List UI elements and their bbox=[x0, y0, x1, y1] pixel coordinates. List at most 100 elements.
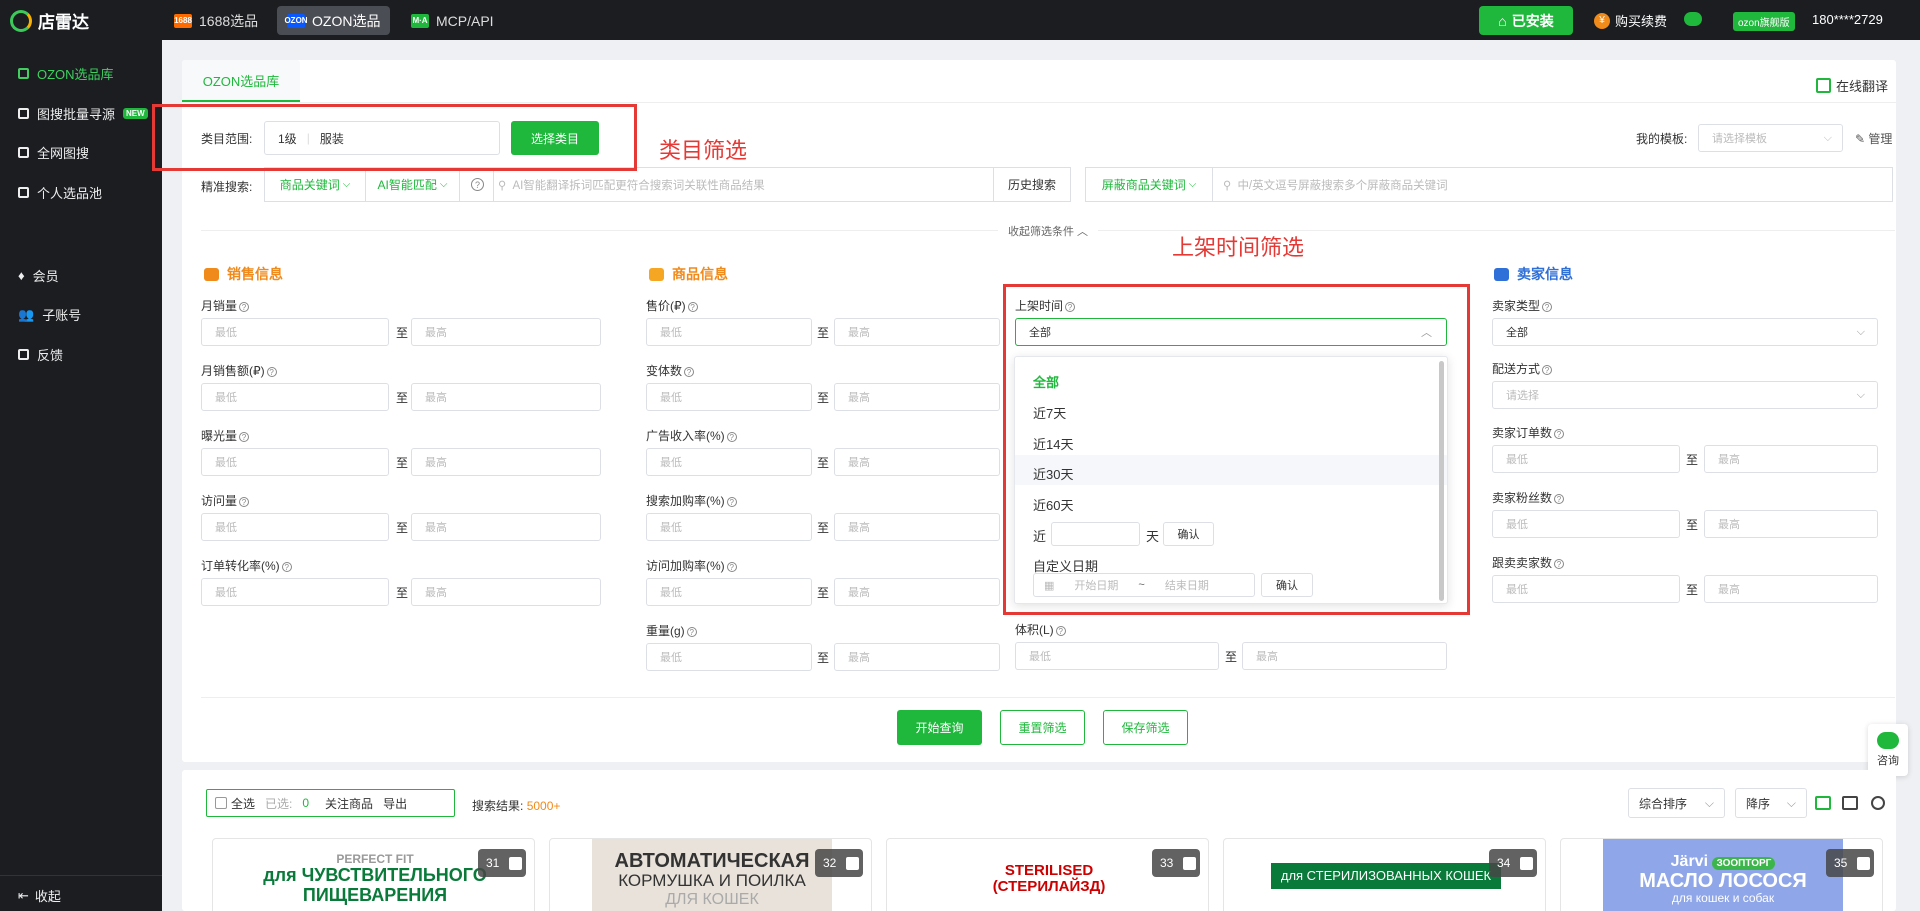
sidebar-item-member[interactable]: ♦ 会员 bbox=[18, 266, 59, 285]
sort-select[interactable]: 综合排序 ⌵ bbox=[1628, 788, 1725, 818]
select-all-checkbox[interactable] bbox=[215, 797, 227, 809]
product-card[interactable]: для СТЕРИЛИЗОВАННЫХ КОШЕК 34 bbox=[1223, 838, 1546, 911]
tab-ozon[interactable]: OZON OZON选品 bbox=[277, 6, 391, 35]
start-query-button[interactable]: 开始查询 bbox=[897, 710, 982, 745]
history-search-button[interactable]: 历史搜索 bbox=[994, 167, 1071, 202]
brand-logo[interactable]: 店雷达 bbox=[10, 8, 89, 33]
ad-revenue-min[interactable]: 最低 bbox=[646, 448, 812, 476]
block-keyword-placeholder: 中/英文逗号屏蔽搜索多个屏蔽商品关键词 bbox=[1237, 179, 1448, 192]
price-min[interactable]: 最低 bbox=[646, 318, 812, 346]
online-translate-button[interactable]: 在线翻译 bbox=[1815, 76, 1888, 95]
grid-view-icon[interactable] bbox=[1815, 796, 1831, 810]
search-cart-min[interactable]: 最低 bbox=[646, 513, 812, 541]
tab-1688[interactable]: 1688 1688选品 bbox=[164, 6, 268, 35]
monthly-revenue-min[interactable]: 最低 bbox=[201, 383, 389, 411]
installed-button[interactable]: ⌂ 已安装 bbox=[1479, 6, 1573, 35]
product-card[interactable]: PERFECT FIT для ЧУВСТВИТЕЛЬНОГО ПИЩЕВАРЕНИ… bbox=[212, 838, 535, 911]
card-rank-badge[interactable]: 33 bbox=[1152, 849, 1200, 877]
variants-min[interactable]: 最低 bbox=[646, 383, 812, 411]
chat-consult-button[interactable]: 咨询 bbox=[1868, 724, 1908, 776]
volume-min[interactable]: 最低 bbox=[1015, 642, 1219, 670]
monthly-sales-max[interactable]: 最高 bbox=[411, 318, 601, 346]
card-checkbox[interactable] bbox=[1520, 856, 1534, 870]
card-rank-badge[interactable]: 32 bbox=[815, 849, 863, 877]
visits-min[interactable]: 最低 bbox=[201, 513, 389, 541]
ai-help-button[interactable]: ? bbox=[460, 167, 494, 202]
followers-max[interactable]: 最高 bbox=[1704, 575, 1878, 603]
impressions-max[interactable]: 最高 bbox=[411, 448, 601, 476]
ai-match-select[interactable]: AI智能匹配 ⌵ bbox=[366, 167, 460, 202]
block-keyword-input[interactable]: ⚲ 中/英文逗号屏蔽搜索多个屏蔽商品关键词 bbox=[1213, 167, 1893, 202]
cloud-download-icon[interactable] bbox=[1684, 12, 1702, 26]
impressions-min[interactable]: 最低 bbox=[201, 448, 389, 476]
card-checkbox[interactable] bbox=[1183, 856, 1197, 870]
block-keyword-select[interactable]: 屏蔽商品关键词 ⌵ bbox=[1085, 167, 1213, 202]
seller-fans-min[interactable]: 最低 bbox=[1492, 510, 1680, 538]
reset-filter-button[interactable]: 重置筛选 bbox=[1000, 710, 1085, 745]
monthly-revenue-max[interactable]: 最高 bbox=[411, 383, 601, 411]
bag-icon bbox=[649, 267, 664, 281]
template-label: 我的模板: bbox=[1636, 132, 1688, 146]
sidebar-item-personal-pool[interactable]: 个人选品池 bbox=[18, 183, 102, 202]
conversion-min[interactable]: 最低 bbox=[201, 578, 389, 606]
order-select[interactable]: 降序 ⌵ bbox=[1735, 788, 1807, 818]
sidebar-item-web-image-search[interactable]: 全网图搜 bbox=[18, 143, 89, 162]
search-cart-max[interactable]: 最高 bbox=[834, 513, 1000, 541]
feedback-icon bbox=[18, 349, 29, 360]
save-filter-button[interactable]: 保存筛选 bbox=[1103, 710, 1188, 745]
list-view-icon[interactable] bbox=[1842, 796, 1858, 810]
select-all-label[interactable]: 全选 bbox=[231, 795, 255, 812]
buy-renew-link[interactable]: ¥ 购买续费 bbox=[1594, 11, 1667, 30]
ai-search-input[interactable]: ⚲ AI智能翻译拆词匹配更符合搜索词关联性商品结果 bbox=[494, 167, 994, 202]
visit-cart-min[interactable]: 最低 bbox=[646, 578, 812, 606]
volume-max[interactable]: 最高 bbox=[1242, 642, 1447, 670]
manage-link[interactable]: ✎ 管理 bbox=[1855, 130, 1892, 147]
ad-revenue-max[interactable]: 最高 bbox=[834, 448, 1000, 476]
product-card[interactable]: STERILISED (СТЕРИЛАЙЗД) 33 bbox=[886, 838, 1209, 911]
card-checkbox[interactable] bbox=[509, 856, 523, 870]
seller-orders-min[interactable]: 最低 bbox=[1492, 445, 1680, 473]
ai-match-value: AI智能匹配 bbox=[377, 178, 437, 192]
new-badge: NEW bbox=[123, 108, 148, 119]
price-max[interactable]: 最高 bbox=[834, 318, 1000, 346]
weight-max[interactable]: 最高 bbox=[834, 643, 1000, 671]
keyword-type-select[interactable]: 商品关键词 ⌵ bbox=[264, 167, 366, 202]
visit-cart-max[interactable]: 最高 bbox=[834, 578, 1000, 606]
sidebar-item-image-batch[interactable]: 图搜批量寻源 NEW bbox=[18, 104, 148, 123]
keyword-type-value: 商品关键词 bbox=[279, 178, 340, 192]
card-checkbox[interactable] bbox=[1857, 856, 1871, 870]
followers-min[interactable]: 最低 bbox=[1492, 575, 1680, 603]
collapse-filters-toggle[interactable]: 收起筛选条件 ︿ bbox=[998, 223, 1099, 239]
conversion-max[interactable]: 最高 bbox=[411, 578, 601, 606]
listing-time-annotation-box bbox=[1003, 284, 1470, 615]
card-checkbox[interactable] bbox=[846, 856, 860, 870]
product-card[interactable]: Järvi ЗООПТОРГ МАСЛО ЛОСОСЯ для кошек и со… bbox=[1560, 838, 1883, 911]
delivery-select[interactable]: 请选择 ⌵ bbox=[1492, 381, 1878, 409]
sidebar-item-feedback[interactable]: 反馈 bbox=[18, 345, 63, 364]
sidebar-item-ozon-library[interactable]: OZON选品库 bbox=[18, 64, 114, 83]
sidebar-collapse-button[interactable]: ⇤ 收起 bbox=[18, 886, 61, 905]
settings-icon[interactable] bbox=[1871, 796, 1885, 810]
product-card[interactable]: АВТОМАТИЧЕСКАЯ КОРМУШКА И ПОИЛКА ДЛЯ КОШЕК… bbox=[549, 838, 872, 911]
weight-min[interactable]: 最低 bbox=[646, 643, 812, 671]
users-icon: 👥 bbox=[18, 306, 35, 322]
monthly-sales-min[interactable]: 最低 bbox=[201, 318, 389, 346]
visits-max[interactable]: 最高 bbox=[411, 513, 601, 541]
card-rank-badge[interactable]: 34 bbox=[1489, 849, 1537, 877]
export-button[interactable]: 导出 bbox=[383, 795, 407, 812]
sidebar-item-sub-account[interactable]: 👥 子账号 bbox=[18, 305, 81, 324]
variants-max[interactable]: 最高 bbox=[834, 383, 1000, 411]
sidebar-label: OZON选品库 bbox=[37, 67, 114, 82]
card-rank-badge[interactable]: 35 bbox=[1826, 849, 1874, 877]
follow-products-button[interactable]: 关注商品 bbox=[325, 795, 373, 812]
card-rank-badge[interactable]: 31 bbox=[478, 849, 526, 877]
template-select[interactable]: 请选择模板 ⌵ bbox=[1698, 124, 1843, 152]
tag-icon bbox=[204, 267, 219, 281]
seller-orders-max[interactable]: 最高 bbox=[1704, 445, 1878, 473]
field-variants-label: 变体数? bbox=[646, 362, 695, 379]
tab-ozon-library[interactable]: OZON选品库 bbox=[182, 60, 300, 102]
account-name[interactable]: 180****2729 bbox=[1812, 12, 1883, 27]
seller-fans-max[interactable]: 最高 bbox=[1704, 510, 1878, 538]
seller-type-select[interactable]: 全部 ⌵ bbox=[1492, 318, 1878, 346]
tab-mcp-api[interactable]: M·A MCP/API bbox=[401, 6, 504, 35]
